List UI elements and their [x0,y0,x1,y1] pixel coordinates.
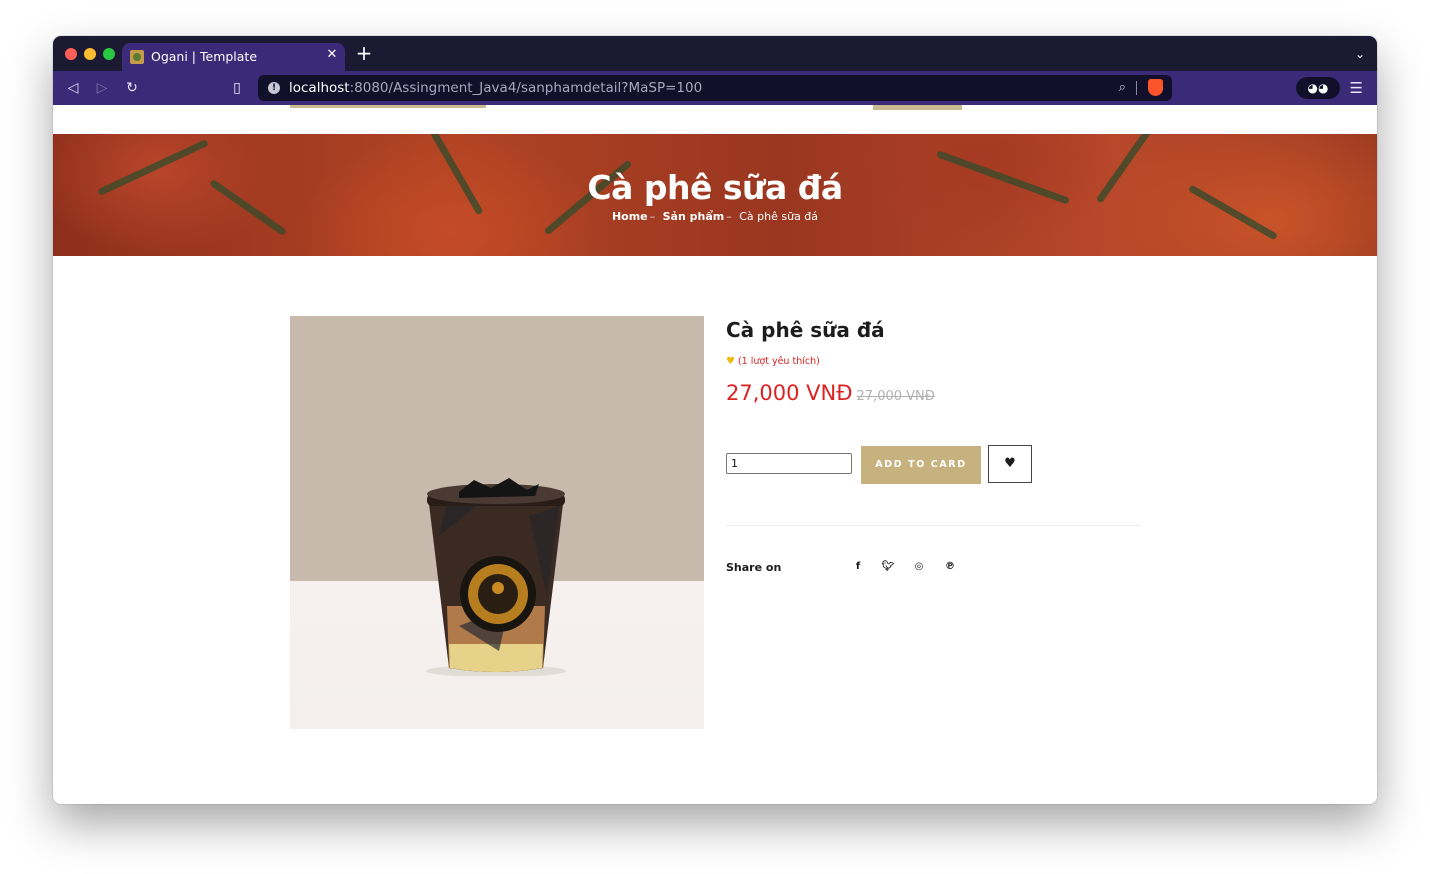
forward-icon[interactable]: ▷ [93,79,111,97]
tab-bar: Ogani | Template ✕ + ⌄ [53,36,1377,71]
browser-menu-icon[interactable]: ☰ [1350,79,1363,97]
site-info-icon[interactable]: ! [268,82,280,94]
product-image [290,316,704,729]
breadcrumb: Home – Sản phẩm – Cà phê sữa đá [53,210,1377,223]
breadcrumb-separator: – [726,210,732,223]
tab-list-chevron-icon[interactable]: ⌄ [1355,47,1365,61]
heart-icon: ♥ [1004,456,1016,471]
product-name: Cà phê sữa đá [726,318,885,342]
address-bar[interactable]: ! localhost:8080/Assingment_Java4/sanpha… [258,75,1172,101]
twitter-icon[interactable]: 🐦︎ [881,561,895,572]
page-title: Cà phê sữa đá [587,168,843,207]
private-window-glasses-icon[interactable]: ◕◕ [1296,77,1340,99]
page-content: Cà phê sữa đá Home – Sản phẩm – Cà phê sữa… [53,105,1377,804]
breadcrumb-home-link[interactable]: Home [612,210,648,223]
url-text[interactable]: localhost:8080/Assingment_Java4/sanphamd… [289,80,702,96]
wishlist-button[interactable]: ♥ [988,445,1032,483]
breadcrumb-separator: – [649,210,656,223]
likes-text: (1 lượt yêu thích) [737,356,820,367]
browser-toolbar: ◁ ▷ ↻ ▯ ! localhost:8080/Assingment_Java… [53,71,1377,105]
share-label: Share on [726,561,782,574]
old-price: 27,000 VNĐ [856,389,935,404]
url-host: localhost [289,80,350,96]
tab-title: Ogani | Template [151,49,258,64]
browser-window: Ogani | Template ✕ + ⌄ ◁ ▷ ↻ ▯ ! localho… [53,36,1377,804]
site-favicon-icon [130,50,144,64]
url-path: :8080/Assingment_Java4/sanphamdetail?MaS… [349,80,703,96]
bookmark-icon[interactable]: ▯ [228,79,246,97]
breadcrumb-products-link[interactable]: Sản phẩm [663,210,725,223]
header-remnant [290,105,486,108]
breadcrumb-banner: Cà phê sữa đá Home – Sản phẩm – Cà phê sữa… [53,134,1377,256]
brave-shield-icon[interactable] [1148,79,1163,96]
facebook-icon[interactable]: f [851,561,865,572]
heart-icon: ♥ [726,356,735,367]
add-to-cart-button[interactable]: ADD TO CARD [861,446,981,484]
zoom-icon[interactable]: ⌕ [1119,80,1126,95]
minimize-window-button[interactable] [84,48,96,60]
header-remnant [873,105,962,110]
close-tab-icon[interactable]: ✕ [325,48,339,62]
reload-icon[interactable]: ↻ [123,79,141,97]
window-controls [65,48,115,60]
pinterest-icon[interactable]: ℗ [943,561,957,572]
close-window-button[interactable] [65,48,77,60]
iced-coffee-cup-image [426,478,566,676]
url-separator [1136,81,1137,95]
active-tab[interactable]: Ogani | Template ✕ [122,43,345,71]
zoom-window-button[interactable] [103,48,115,60]
divider [726,525,1140,526]
quantity-input[interactable] [726,453,852,474]
current-price: 27,000 VNĐ [726,381,853,405]
back-icon[interactable]: ◁ [64,79,82,97]
breadcrumb-current: Cà phê sữa đá [739,210,819,223]
instagram-icon[interactable]: ◎ [912,561,926,572]
likes-count: ♥ (1 lượt yêu thích) [726,356,820,367]
product-price: 27,000 VNĐ 27,000 VNĐ [726,381,935,405]
new-tab-icon[interactable]: + [355,43,373,63]
